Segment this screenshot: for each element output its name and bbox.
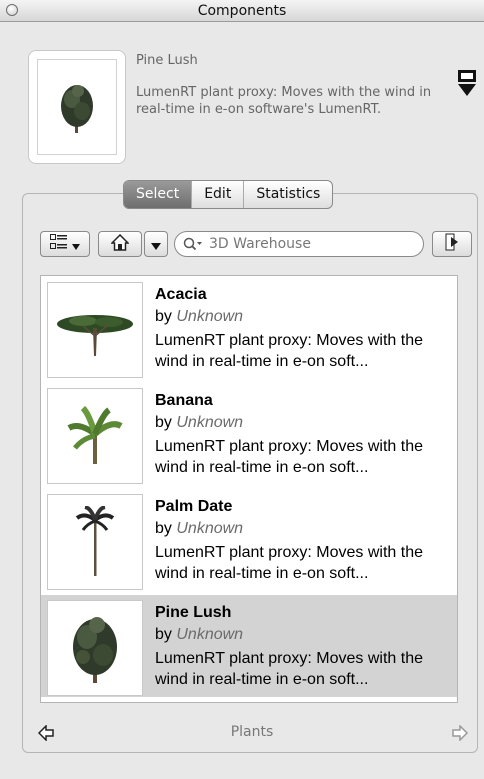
- tab-bar: Select Edit Statistics: [123, 180, 334, 209]
- tab-select[interactable]: Select: [124, 181, 192, 208]
- palm-tree-icon: [47, 494, 143, 590]
- item-author: by Unknown: [155, 626, 244, 643]
- search-placeholder: 3D Warehouse: [209, 236, 311, 252]
- component-description: LumenRT plant proxy: Moves with the wind…: [136, 85, 432, 117]
- banana-plant-icon: [47, 388, 143, 484]
- item-author: by Unknown: [155, 414, 244, 431]
- view-options-button[interactable]: [40, 231, 90, 257]
- component-info-panel: Pine Lush LumenRT plant proxy: Moves wit…: [0, 22, 484, 172]
- tab-edit[interactable]: Edit: [191, 181, 243, 208]
- next-arrow-icon[interactable]: [452, 724, 469, 745]
- item-name: Pine Lush: [155, 604, 232, 621]
- chevron-down-icon: [151, 235, 161, 254]
- bottom-navigation: Plants: [30, 718, 474, 748]
- component-preview: [28, 50, 126, 164]
- search-icon: [183, 237, 203, 251]
- item-description: LumenRT plant proxy: Moves with the wind…: [155, 650, 423, 688]
- list-item[interactable]: Acacia by Unknown LumenRT plant proxy: M…: [41, 277, 457, 379]
- item-description: LumenRT plant proxy: Moves with the wind…: [155, 544, 423, 582]
- pine-tree-preview-icon: [37, 59, 117, 155]
- category-label: Plants: [230, 724, 274, 740]
- arrow-right-icon: [445, 233, 459, 255]
- list-view-icon: [50, 234, 68, 254]
- details-menu-button[interactable]: [432, 231, 472, 257]
- component-name: Pine Lush: [136, 53, 198, 68]
- home-icon: [110, 233, 130, 255]
- item-author: by Unknown: [155, 308, 244, 325]
- list-item[interactable]: Palm Date by Unknown LumenRT plant proxy…: [41, 489, 457, 591]
- home-button[interactable]: [98, 231, 142, 257]
- window-title: Components: [197, 3, 287, 19]
- search-input[interactable]: 3D Warehouse: [174, 231, 424, 257]
- pine-tree-icon: [47, 600, 143, 696]
- item-name: Banana: [155, 392, 213, 409]
- tab-statistics[interactable]: Statistics: [243, 181, 332, 208]
- component-list: Acacia by Unknown LumenRT plant proxy: M…: [40, 275, 458, 703]
- item-name: Acacia: [155, 286, 207, 303]
- item-description: LumenRT plant proxy: Moves with the wind…: [155, 332, 423, 370]
- acacia-tree-icon: [47, 282, 143, 378]
- item-description: LumenRT plant proxy: Moves with the wind…: [155, 438, 423, 476]
- item-author: by Unknown: [155, 520, 244, 537]
- item-name: Palm Date: [155, 498, 233, 515]
- navigation-dropdown-button[interactable]: [144, 231, 168, 257]
- title-bar: Components: [0, 0, 484, 22]
- details-toggle-icon[interactable]: [458, 70, 476, 96]
- chevron-down-icon: [72, 235, 80, 254]
- list-item[interactable]: Pine Lush by Unknown LumenRT plant proxy…: [41, 595, 457, 697]
- list-item[interactable]: Banana by Unknown LumenRT plant proxy: M…: [41, 383, 457, 485]
